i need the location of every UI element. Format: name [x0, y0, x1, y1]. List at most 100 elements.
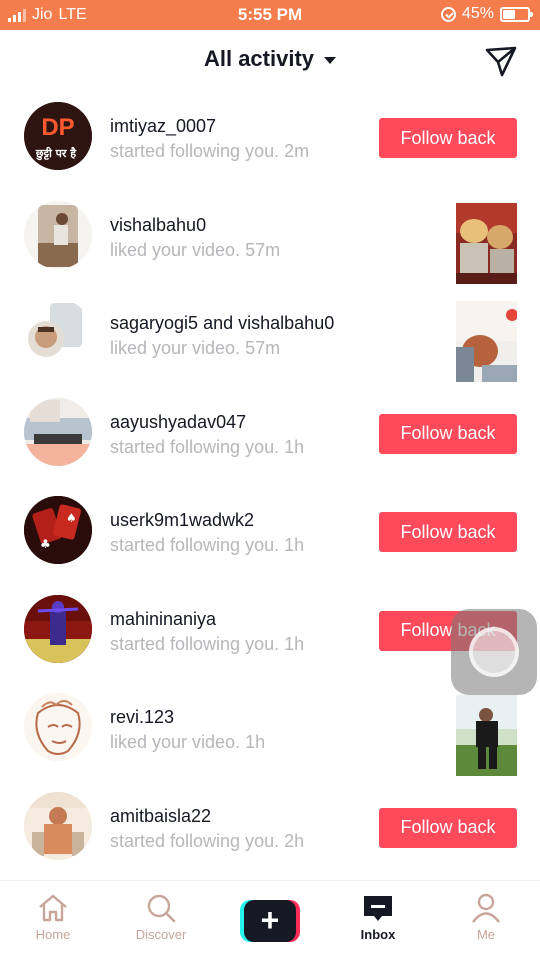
- activity-message: started following you.: [110, 141, 280, 161]
- activity-text: vishalbahu0 liked your video. 57m: [110, 213, 370, 263]
- battery-icon: [500, 6, 533, 22]
- avatar-image: [24, 299, 92, 367]
- avatar-image: DP छुट्टी पर है: [24, 102, 92, 170]
- avatar-image: [24, 200, 92, 269]
- username[interactable]: imtiyaz_0007: [110, 114, 370, 138]
- activity-description: liked your video. 1h: [110, 729, 370, 755]
- follow-back-button[interactable]: Follow back: [379, 512, 517, 552]
- nav-home-label: Home: [35, 927, 71, 942]
- video-thumbnail[interactable]: [456, 301, 517, 382]
- orientation-lock-icon: [440, 6, 456, 22]
- follow-back-button[interactable]: Follow back: [379, 118, 517, 158]
- svg-text:♠: ♠: [66, 511, 77, 525]
- conjunction: and: [203, 313, 234, 333]
- nav-me-label: Me: [476, 927, 496, 942]
- activity-time: 2h: [284, 830, 305, 851]
- avatar-image: [24, 397, 92, 466]
- nav-discover[interactable]: Discover: [116, 893, 206, 942]
- follow-back-button[interactable]: Follow back: [379, 413, 517, 454]
- activity-list: DP छुट्टी पर है imtiyaz_0007 started fol…: [0, 92, 540, 880]
- nav-me[interactable]: Me: [441, 893, 531, 942]
- avatar[interactable]: [24, 594, 92, 663]
- activity-item[interactable]: revi.123 liked your video. 1h: [0, 683, 540, 782]
- activity-time: 1h: [284, 633, 305, 654]
- activity-description: started following you. 2h: [110, 828, 370, 854]
- avatar[interactable]: [24, 791, 92, 860]
- avatar-image: [24, 594, 92, 663]
- nav-inbox[interactable]: Inbox: [333, 893, 423, 942]
- username[interactable]: vishalbahu0: [110, 213, 370, 237]
- header: All activity: [0, 30, 540, 92]
- username[interactable]: amitbaisla22: [110, 804, 370, 828]
- avatar[interactable]: [24, 693, 92, 761]
- activity-description: liked your video. 57m: [110, 335, 430, 361]
- activity-item[interactable]: aayushyadav047 started following you. 1h…: [0, 388, 540, 487]
- activity-item[interactable]: sagaryogi5 and vishalbahu0 liked your vi…: [0, 289, 540, 388]
- activity-item[interactable]: amitbaisla22 started following you. 2h F…: [0, 782, 540, 881]
- username[interactable]: userk9m1wadwk2: [110, 508, 370, 532]
- activity-message: liked your video.: [110, 338, 241, 358]
- activity-filter-dropdown[interactable]: All activity: [0, 46, 540, 72]
- video-thumbnail-image: [456, 695, 517, 776]
- username-2[interactable]: vishalbahu0: [238, 313, 334, 333]
- activity-time: 57m: [245, 239, 281, 260]
- svg-text:♣: ♣: [40, 537, 51, 551]
- activity-text: revi.123 liked your video. 1h: [110, 705, 370, 755]
- activity-item[interactable]: vishalbahu0 liked your video. 57m: [0, 191, 540, 290]
- caret-down-icon: [324, 56, 337, 64]
- avatar-text: DP: [41, 114, 74, 141]
- activity-message: started following you.: [110, 830, 280, 851]
- create-video-button[interactable]: +: [240, 900, 300, 942]
- follow-back-button[interactable]: Follow back: [379, 807, 517, 848]
- activity-time: 1h: [245, 732, 266, 752]
- username[interactable]: sagaryogi5: [110, 313, 198, 333]
- activity-message: started following you.: [110, 633, 280, 654]
- activity-users: sagaryogi5 and vishalbahu0: [110, 311, 430, 335]
- activity-text: imtiyaz_0007 started following you. 2m: [110, 114, 370, 164]
- avatar-subtext: छुट्टी पर है: [35, 146, 77, 161]
- username[interactable]: aayushyadav047: [110, 410, 370, 434]
- avatar-image: ♠ ♣: [24, 496, 92, 564]
- nav-home[interactable]: Home: [8, 893, 98, 942]
- activity-text: sagaryogi5 and vishalbahu0 liked your vi…: [110, 311, 430, 361]
- activity-message: liked your video.: [110, 239, 241, 260]
- video-thumbnail-image: [456, 202, 517, 284]
- activity-time: 57m: [245, 338, 281, 358]
- avatar[interactable]: [24, 397, 92, 466]
- activity-description: started following you. 1h: [110, 434, 370, 460]
- plus-icon: +: [244, 900, 296, 942]
- battery-fill: [503, 9, 515, 19]
- avatar[interactable]: [24, 299, 92, 367]
- username[interactable]: mahininaniya: [110, 607, 370, 631]
- video-thumbnail[interactable]: [456, 695, 517, 776]
- avatar[interactable]: DP छुट्टी पर है: [24, 102, 92, 170]
- activity-description: started following you. 2m: [110, 138, 370, 164]
- activity-message: liked your video.: [110, 732, 241, 752]
- activity-text: mahininaniya started following you. 1h: [110, 607, 370, 657]
- profile-icon: [472, 893, 500, 923]
- activity-time: 1h: [284, 436, 305, 457]
- activity-description: liked your video. 57m: [110, 237, 370, 263]
- activity-time: 2m: [284, 141, 310, 161]
- activity-description: started following you. 1h: [110, 532, 370, 558]
- activity-text: userk9m1wadwk2 started following you. 1h: [110, 508, 370, 558]
- status-right: 45%: [440, 5, 533, 23]
- assistive-touch-button[interactable]: [451, 609, 537, 695]
- activity-item[interactable]: ♠ ♣ userk9m1wadwk2 started following you…: [0, 486, 540, 585]
- username[interactable]: revi.123: [110, 705, 370, 729]
- video-thumbnail-image: [456, 301, 517, 382]
- battery-percent: 45%: [461, 5, 494, 22]
- activity-text: aayushyadav047 started following you. 1h: [110, 410, 370, 460]
- search-icon: [147, 894, 176, 923]
- nav-discover-label: Discover: [135, 927, 187, 942]
- video-thumbnail[interactable]: [456, 202, 517, 284]
- activity-item[interactable]: DP छुट्टी पर है imtiyaz_0007 started fol…: [0, 92, 540, 191]
- activity-message: started following you.: [110, 436, 280, 457]
- avatar[interactable]: [24, 200, 92, 269]
- activity-text: amitbaisla22 started following you. 2h: [110, 804, 370, 854]
- activity-time: 1h: [284, 535, 305, 555]
- send-icon[interactable]: [484, 44, 518, 78]
- home-icon: [39, 894, 67, 922]
- nav-inbox-label: Inbox: [360, 927, 396, 942]
- avatar[interactable]: ♠ ♣: [24, 496, 92, 564]
